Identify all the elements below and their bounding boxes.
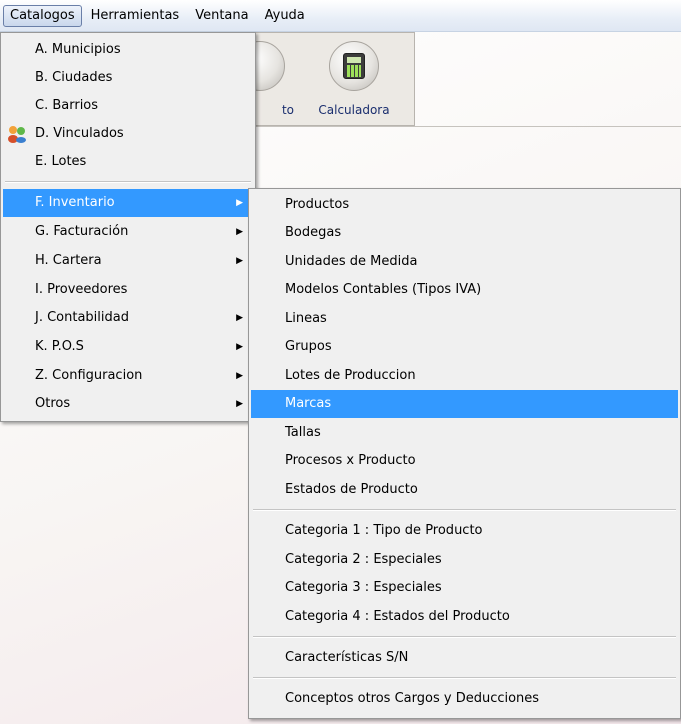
menu-item-label: F. Inventario [35,195,115,210]
menu-item-label: A. Municipios [35,42,121,57]
menu-separator [5,181,251,183]
submenu-item-tallas[interactable]: Tallas [251,419,678,447]
menu-item-label: Categoria 4 : Estados del Producto [285,609,510,624]
menu-item-ciudades[interactable]: B. Ciudades [3,64,253,92]
submenu-item-lotes-de-produccion[interactable]: Lotes de Produccion [251,362,678,390]
submenu-item-grupos[interactable]: Grupos [251,333,678,361]
submenu-arrow-icon: ▶ [236,313,243,323]
menu-bar: Catalogos Herramientas Ventana Ayuda [0,0,681,32]
submenu-item-productos[interactable]: Productos [251,191,678,219]
menu-item-cartera[interactable]: H. Cartera ▶ [3,247,253,275]
inventario-submenu: Productos Bodegas Unidades de Medida Mod… [248,188,681,719]
submenu-arrow-icon: ▶ [236,399,243,409]
menu-item-barrios[interactable]: C. Barrios [3,92,253,120]
menu-item-label: B. Ciudades [35,70,113,85]
menu-item-otros[interactable]: Otros ▶ [3,390,253,418]
menu-item-label: Conceptos otros Cargos y Deducciones [285,691,540,706]
menu-item-label: Categoria 2 : Especiales [285,552,442,567]
menu-herramientas[interactable]: Herramientas [84,5,187,27]
submenu-item-categoria-2[interactable]: Categoria 2 : Especiales [251,546,678,574]
menu-item-pos[interactable]: K. P.O.S ▶ [3,333,253,361]
menu-ayuda[interactable]: Ayuda [258,5,312,27]
menu-item-label: E. Lotes [35,154,87,169]
toolbar-button-partial-label: to [281,103,295,117]
menu-item-label: Lotes de Produccion [285,368,416,383]
menu-item-label: Grupos [285,339,332,354]
submenu-item-categoria-1[interactable]: Categoria 1 : Tipo de Producto [251,517,678,545]
menu-item-label: Procesos x Producto [285,453,416,468]
menu-item-municipios[interactable]: A. Municipios [3,36,253,64]
menu-ventana[interactable]: Ventana [188,5,255,27]
submenu-item-marcas[interactable]: Marcas [251,390,678,418]
submenu-item-caracteristicas-sn[interactable]: Características S/N [251,644,678,672]
menu-item-label: Productos [285,197,350,212]
submenu-arrow-icon: ▶ [236,198,243,208]
menu-separator [253,509,676,511]
menu-item-label: Categoria 3 : Especiales [285,580,442,595]
menu-item-label: D. Vinculados [35,126,124,141]
calculator-icon [329,41,379,91]
submenu-item-bodegas[interactable]: Bodegas [251,219,678,247]
menu-item-contabilidad[interactable]: J. Contabilidad ▶ [3,304,253,332]
submenu-arrow-icon: ▶ [236,342,243,352]
menu-item-label: G. Facturación [35,224,129,239]
menu-item-label: Categoria 1 : Tipo de Producto [285,523,483,538]
submenu-item-categoria-4[interactable]: Categoria 4 : Estados del Producto [251,603,678,631]
menu-separator [253,636,676,638]
submenu-item-procesos-x-producto[interactable]: Procesos x Producto [251,447,678,475]
toolbar: to Calculadora [235,32,415,126]
people-icon [8,126,26,143]
menu-catalogos[interactable]: Catalogos [3,4,82,27]
menu-item-inventario[interactable]: F. Inventario ▶ [3,189,253,217]
submenu-item-categoria-3[interactable]: Categoria 3 : Especiales [251,574,678,602]
menu-item-label: C. Barrios [35,98,99,113]
submenu-arrow-icon: ▶ [236,256,243,266]
menu-item-label: Marcas [285,396,332,411]
catalogos-menu: A. Municipios B. Ciudades C. Barrios D. … [0,32,256,422]
menu-item-label: Bodegas [285,225,342,240]
menu-item-facturacion[interactable]: G. Facturación ▶ [3,218,253,246]
menu-item-configuracion[interactable]: Z. Configuracion ▶ [3,362,253,390]
menu-item-label: Unidades de Medida [285,254,418,269]
menu-item-label: I. Proveedores [35,282,128,297]
calculator-button[interactable]: Calculadora [314,39,394,121]
menu-item-label: Lineas [285,311,327,326]
menu-item-vinculados[interactable]: D. Vinculados [3,120,253,148]
menu-item-label: Tallas [285,425,321,440]
submenu-arrow-icon: ▶ [236,227,243,237]
menu-item-label: Z. Configuracion [35,368,143,383]
menu-item-lotes[interactable]: E. Lotes [3,148,253,176]
menu-item-label: Características S/N [285,650,409,665]
submenu-item-estados-de-producto[interactable]: Estados de Producto [251,476,678,504]
menu-item-label: Otros [35,396,71,411]
menu-item-label: Estados de Producto [285,482,418,497]
menu-item-label: H. Cartera [35,253,102,268]
submenu-item-unidades-de-medida[interactable]: Unidades de Medida [251,248,678,276]
menu-item-label: K. P.O.S [35,339,84,354]
menu-separator [253,677,676,679]
content-divider [256,126,681,127]
menu-item-label: J. Contabilidad [35,310,129,325]
submenu-item-lineas[interactable]: Lineas [251,305,678,333]
calculator-label: Calculadora [318,103,390,117]
menu-item-label: Modelos Contables (Tipos IVA) [285,282,482,297]
submenu-arrow-icon: ▶ [236,371,243,381]
submenu-item-modelos-contables[interactable]: Modelos Contables (Tipos IVA) [251,276,678,304]
menu-item-proveedores[interactable]: I. Proveedores [3,276,253,304]
submenu-item-conceptos-otros-cargos[interactable]: Conceptos otros Cargos y Deducciones [251,685,678,713]
